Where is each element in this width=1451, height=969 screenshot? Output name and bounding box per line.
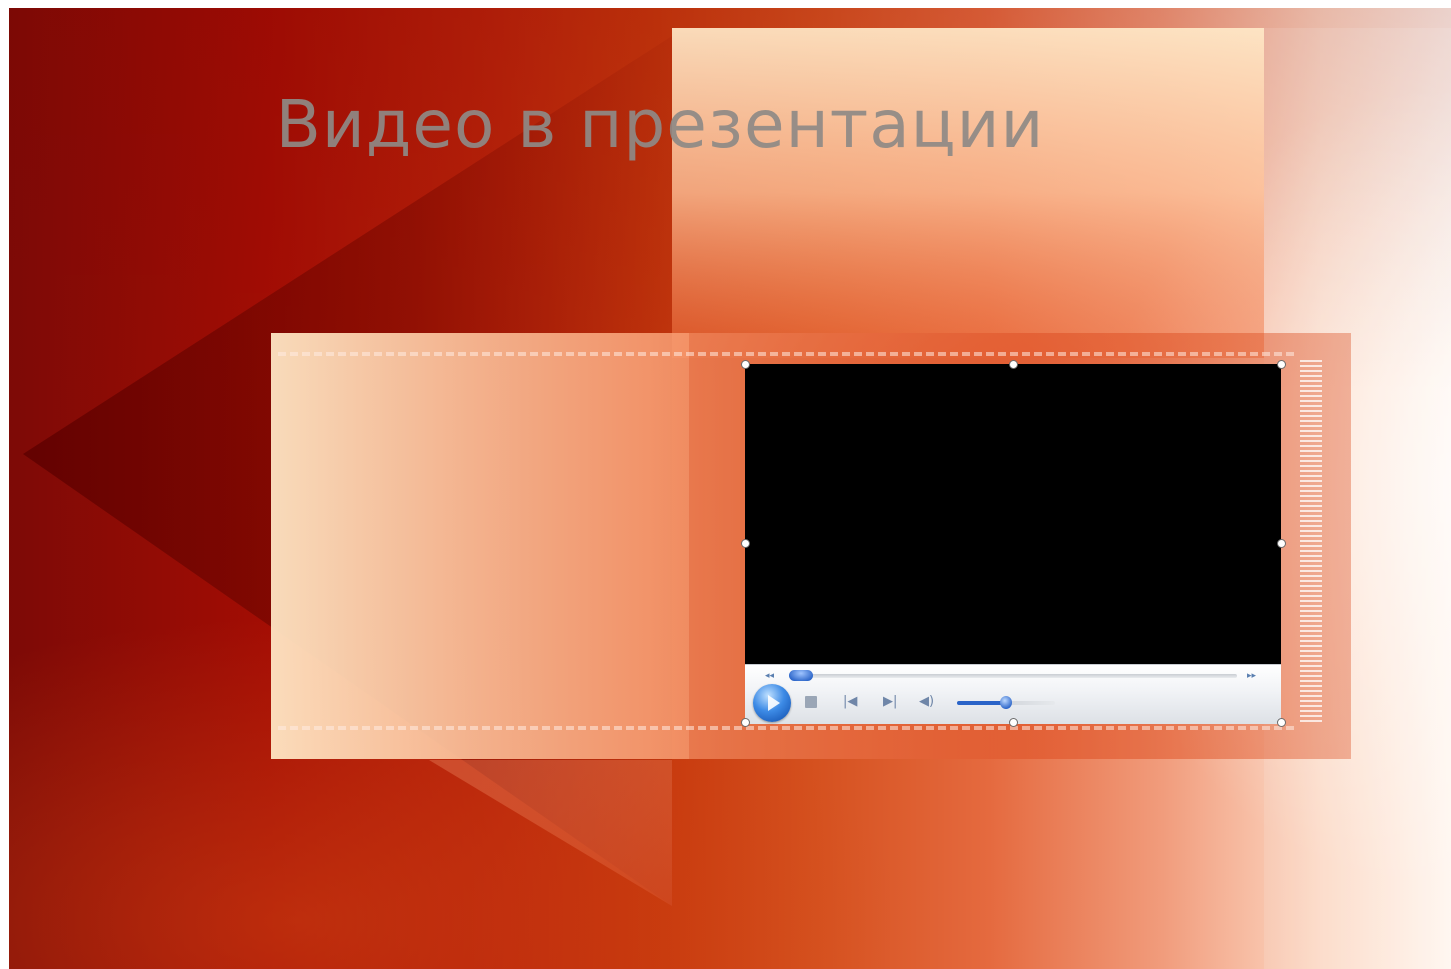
- seek-row: ◂◂ ▸▸: [745, 669, 1281, 683]
- top-light-panel: [672, 28, 1264, 358]
- volume-thumb[interactable]: [1000, 696, 1012, 709]
- video-display-area[interactable]: [745, 364, 1281, 664]
- seek-back-icon[interactable]: ◂◂: [765, 670, 774, 682]
- seek-forward-icon[interactable]: ▸▸: [1247, 670, 1256, 682]
- resize-handle-right[interactable]: [1277, 539, 1286, 548]
- resize-handle-bottom-left[interactable]: [741, 718, 750, 727]
- slide-title[interactable]: Видео в презентации: [9, 86, 1451, 163]
- resize-handle-top-left[interactable]: [741, 360, 750, 369]
- placeholder-edge-grip[interactable]: [1300, 360, 1322, 722]
- play-button[interactable]: [753, 684, 791, 722]
- lower-shard-shape: [429, 760, 672, 906]
- seek-bar[interactable]: [789, 674, 1237, 678]
- resize-handle-top[interactable]: [1009, 360, 1018, 369]
- resize-handle-bottom[interactable]: [1009, 718, 1018, 727]
- resize-handle-left[interactable]: [741, 539, 750, 548]
- stop-icon[interactable]: [805, 696, 817, 708]
- player-buttons: |◀ ▶| ◀): [745, 683, 1281, 723]
- seek-thumb[interactable]: [789, 670, 813, 681]
- resize-handle-top-right[interactable]: [1277, 360, 1286, 369]
- next-icon[interactable]: ▶|: [883, 694, 897, 710]
- player-control-bar: ◂◂ ▸▸ |◀ ▶| ◀): [745, 664, 1281, 724]
- volume-icon[interactable]: ◀): [919, 694, 943, 710]
- resize-handle-bottom-right[interactable]: [1277, 718, 1286, 727]
- media-player[interactable]: ◂◂ ▸▸ |◀ ▶| ◀): [745, 364, 1281, 724]
- previous-icon[interactable]: |◀: [843, 694, 857, 710]
